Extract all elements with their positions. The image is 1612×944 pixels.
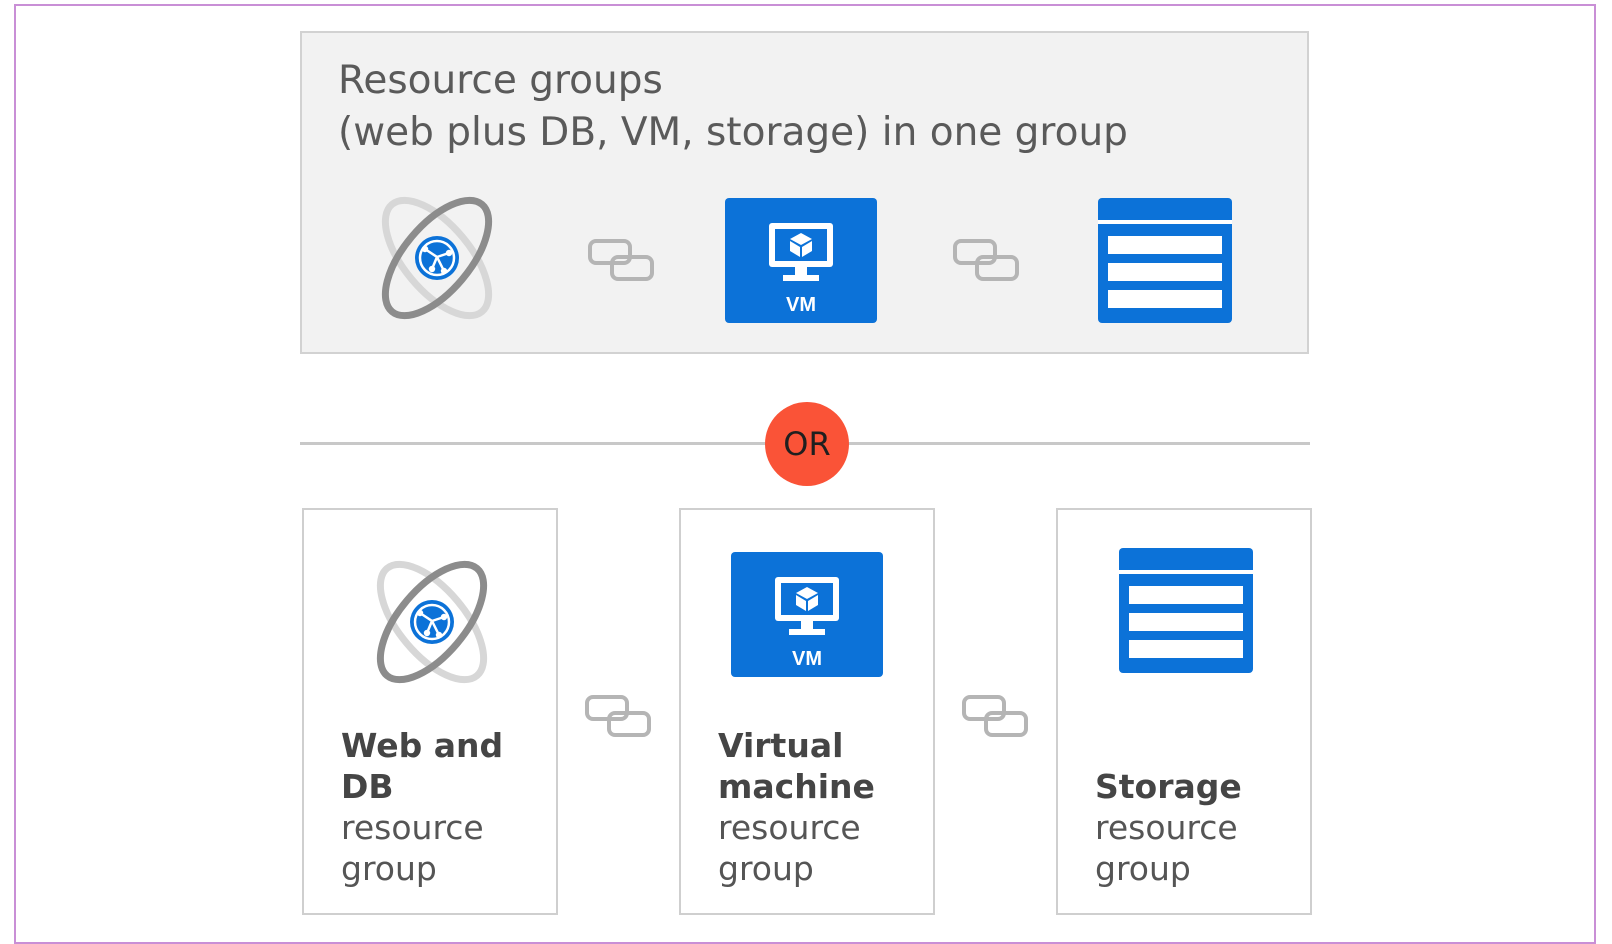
group-name-line1: Storage xyxy=(1095,767,1242,806)
group-type-line2: group xyxy=(341,849,437,888)
group-type-line1: resource xyxy=(718,808,861,847)
virtual-machine-group-label: Virtual machine resource group xyxy=(718,725,928,889)
storage-icon xyxy=(1119,548,1253,673)
group-type-line2: group xyxy=(1095,849,1191,888)
group-type-line1: resource xyxy=(1095,808,1238,847)
web-db-resource-group: Web and DB resource group xyxy=(302,508,558,915)
combined-resource-group-panel: Resource groups (web plus DB, VM, storag… xyxy=(300,31,1309,354)
monitor-icon xyxy=(769,223,833,281)
group-type-line2: group xyxy=(718,849,814,888)
vm-label: VM xyxy=(792,648,822,670)
virtual-machine-icon: VM xyxy=(731,552,883,677)
web-db-group-label: Web and DB resource group xyxy=(341,725,551,889)
web-app-icon xyxy=(381,196,493,320)
link-icon xyxy=(953,239,1019,281)
combined-group-title-line2: (web plus DB, VM, storage) in one group xyxy=(338,110,1128,155)
virtual-machine-icon: VM xyxy=(725,198,877,323)
or-badge: OR xyxy=(765,402,849,486)
vm-label: VM xyxy=(786,294,816,316)
web-app-icon xyxy=(376,560,488,684)
link-icon xyxy=(585,695,651,737)
storage-icon xyxy=(1098,198,1232,323)
group-name-line2: machine xyxy=(718,767,875,806)
link-icon xyxy=(588,239,654,281)
storage-group-label: Storage resource group xyxy=(1095,766,1305,889)
group-name-line1: Web and xyxy=(341,726,504,765)
group-name-line1: Virtual xyxy=(718,726,844,765)
group-type-line1: resource xyxy=(341,808,484,847)
link-icon xyxy=(962,695,1028,737)
virtual-machine-resource-group: VM Virtual machine resource group xyxy=(679,508,935,915)
monitor-icon xyxy=(775,577,839,635)
storage-resource-group: Storage resource group xyxy=(1056,508,1312,915)
combined-group-title: Resource groups (web plus DB, VM, storag… xyxy=(338,55,1258,159)
combined-group-title-line1: Resource groups xyxy=(338,58,663,103)
group-name-line2: DB xyxy=(341,767,394,806)
